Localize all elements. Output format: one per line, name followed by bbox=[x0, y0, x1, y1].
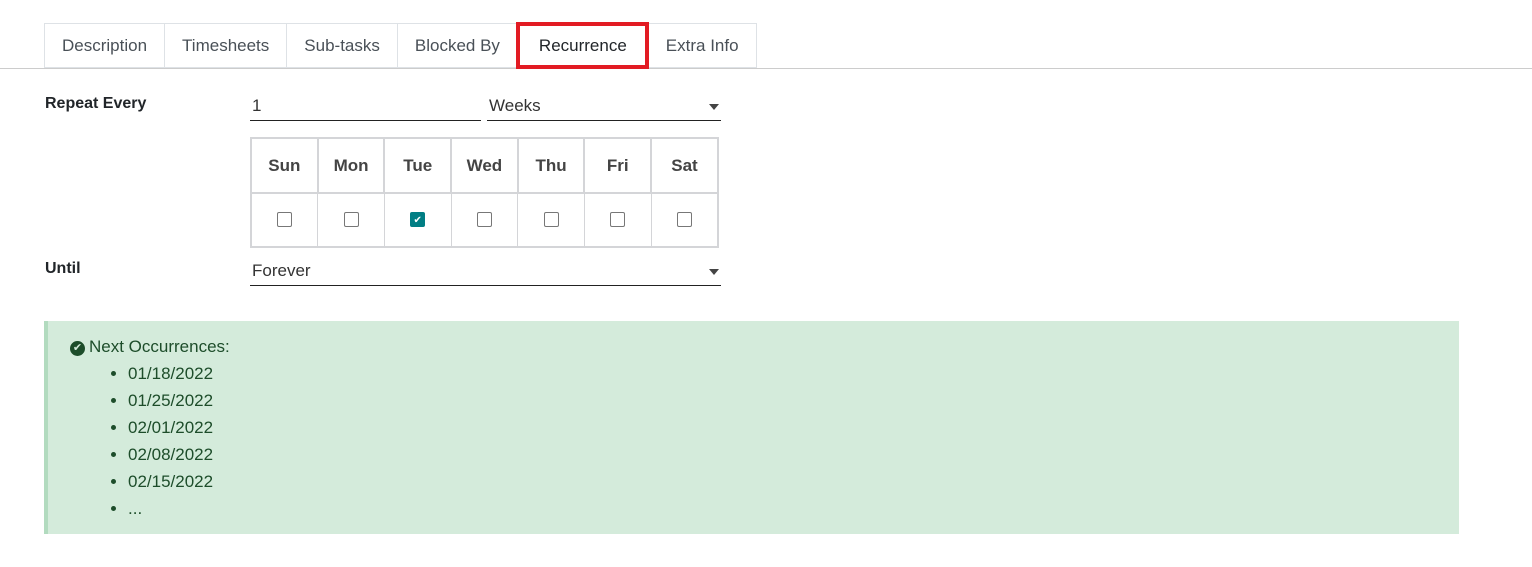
tab-timesheets[interactable]: Timesheets bbox=[164, 23, 287, 68]
chevron-down-icon bbox=[709, 104, 719, 110]
day-cell bbox=[250, 192, 319, 248]
checkbox-thu[interactable] bbox=[543, 212, 559, 228]
repeat-unit-value: Weeks bbox=[489, 96, 541, 115]
day-header-sat: Sat bbox=[650, 137, 719, 194]
checkbox-mon[interactable] bbox=[343, 212, 359, 228]
day-cell bbox=[517, 192, 585, 248]
repeat-interval-value: 1 bbox=[252, 96, 262, 115]
tab-extra-info[interactable]: Extra Info bbox=[647, 23, 757, 68]
check-circle-icon: ✔ bbox=[70, 341, 85, 356]
day-header-fri: Fri bbox=[583, 137, 653, 194]
day-cell bbox=[583, 192, 652, 248]
day-cell bbox=[650, 192, 719, 248]
repeat-unit-select[interactable]: Weeks bbox=[487, 93, 721, 121]
next-occurrences-alert: ✔Next Occurrences: 01/18/202201/25/20220… bbox=[44, 321, 1459, 534]
repeat-interval-input[interactable]: 1 bbox=[250, 93, 481, 121]
tab-divider bbox=[0, 68, 1532, 69]
occurrence-item: 02/01/2022 bbox=[128, 414, 213, 441]
until-select[interactable]: Forever bbox=[250, 258, 721, 286]
day-header-thu: Thu bbox=[516, 137, 586, 194]
occurrence-item: 01/18/2022 bbox=[128, 360, 213, 387]
occurrence-item: 01/25/2022 bbox=[128, 387, 213, 414]
occurrence-item: 02/08/2022 bbox=[128, 441, 213, 468]
until-label: Until bbox=[45, 260, 81, 277]
day-cell: ✔ bbox=[383, 192, 452, 248]
checkbox-sat[interactable] bbox=[676, 212, 692, 228]
day-header-mon: Mon bbox=[316, 137, 386, 194]
next-occurrences-title: Next Occurrences: bbox=[89, 337, 230, 356]
tab-blocked-by[interactable]: Blocked By bbox=[396, 23, 517, 68]
checkbox-wed[interactable] bbox=[476, 212, 492, 228]
tab-recurrence[interactable]: Recurrence bbox=[515, 22, 649, 69]
occurrence-item: ... bbox=[128, 495, 213, 522]
day-header-wed: Wed bbox=[450, 137, 519, 194]
checkbox-fri[interactable] bbox=[610, 212, 626, 228]
day-cell bbox=[450, 192, 519, 248]
day-header-sun: Sun bbox=[250, 137, 319, 194]
weekday-table: Sun Mon Tue Wed Thu Fri Sat ✔ bbox=[250, 137, 719, 248]
tab-bar: Description Timesheets Sub-tasks Blocked… bbox=[44, 22, 757, 69]
tab-sub-tasks[interactable]: Sub-tasks bbox=[286, 23, 397, 68]
occurrence-item: 02/15/2022 bbox=[128, 468, 213, 495]
occurrence-list: 01/18/202201/25/202202/01/202202/08/2022… bbox=[106, 360, 213, 522]
day-cell bbox=[317, 192, 385, 248]
tab-description[interactable]: Description bbox=[44, 23, 165, 68]
checkbox-sun[interactable] bbox=[277, 212, 293, 228]
checkbox-tue[interactable]: ✔ bbox=[410, 212, 426, 228]
until-value: Forever bbox=[252, 261, 311, 280]
next-occurrences-heading: ✔ Next Occurrences: bbox=[70, 337, 230, 357]
day-header-tue: Tue bbox=[383, 137, 453, 194]
chevron-down-icon bbox=[709, 269, 719, 275]
repeat-every-label: Repeat Every bbox=[45, 95, 147, 112]
